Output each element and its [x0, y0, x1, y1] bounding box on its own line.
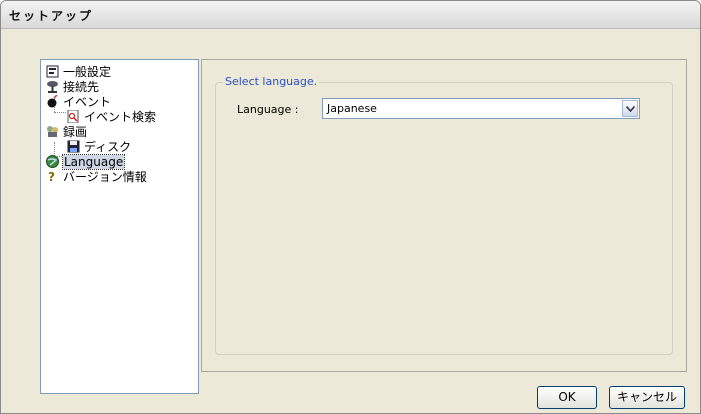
search-document-icon	[67, 110, 80, 123]
tree-item-label: Language	[61, 153, 126, 170]
tree-item-label: ディスク	[84, 139, 132, 154]
tree-item-label: イベント検索	[84, 109, 157, 124]
window-title: セットアップ	[9, 9, 94, 23]
language-select[interactable]: Japanese	[322, 98, 640, 119]
ok-button[interactable]: OK	[537, 386, 597, 409]
event-bomb-icon	[46, 95, 59, 108]
settings-tree: 一般設定 接続先 イベント イベント検索 録画 ディスク Language ? …	[40, 59, 199, 394]
tree-item-connection[interactable]: 接続先	[46, 79, 99, 94]
setup-dialog: セットアップ 一般設定 接続先 イベント イベント検索 録画 ディスク Lang…	[0, 0, 701, 414]
tree-item-label: 録画	[63, 124, 88, 139]
language-label: Language :	[237, 103, 299, 116]
tree-item-language[interactable]: Language	[46, 153, 126, 170]
tree-connector	[54, 112, 66, 113]
tree-item-label: バージョン情報	[63, 169, 147, 184]
tree-item-general[interactable]: 一般設定	[46, 64, 111, 79]
language-select-value: Japanese	[327, 102, 377, 115]
tree-item-label: 接続先	[63, 79, 100, 94]
question-icon: ?	[46, 170, 59, 183]
tree-item-version[interactable]: ? バージョン情報	[46, 169, 147, 184]
cancel-button[interactable]: キャンセル	[609, 386, 685, 409]
chevron-down-icon[interactable]	[622, 100, 638, 117]
tree-item-label: イベント	[63, 94, 112, 109]
language-group: Select language.	[215, 75, 673, 355]
group-title: Select language.	[223, 75, 320, 88]
tree-item-event-search[interactable]: イベント検索	[67, 109, 156, 124]
tree-item-label: 一般設定	[63, 64, 112, 79]
globe-icon	[46, 155, 59, 168]
title-bar[interactable]: セットアップ	[1, 1, 700, 29]
recording-icon	[46, 125, 59, 138]
disk-icon	[67, 140, 80, 153]
network-icon	[46, 80, 59, 93]
tree-item-event[interactable]: イベント	[46, 94, 111, 109]
tree-item-disk[interactable]: ディスク	[67, 139, 131, 154]
tree-item-recording[interactable]: 録画	[46, 124, 87, 139]
settings-panel-icon	[46, 65, 59, 78]
svg-text:?: ?	[48, 170, 55, 183]
